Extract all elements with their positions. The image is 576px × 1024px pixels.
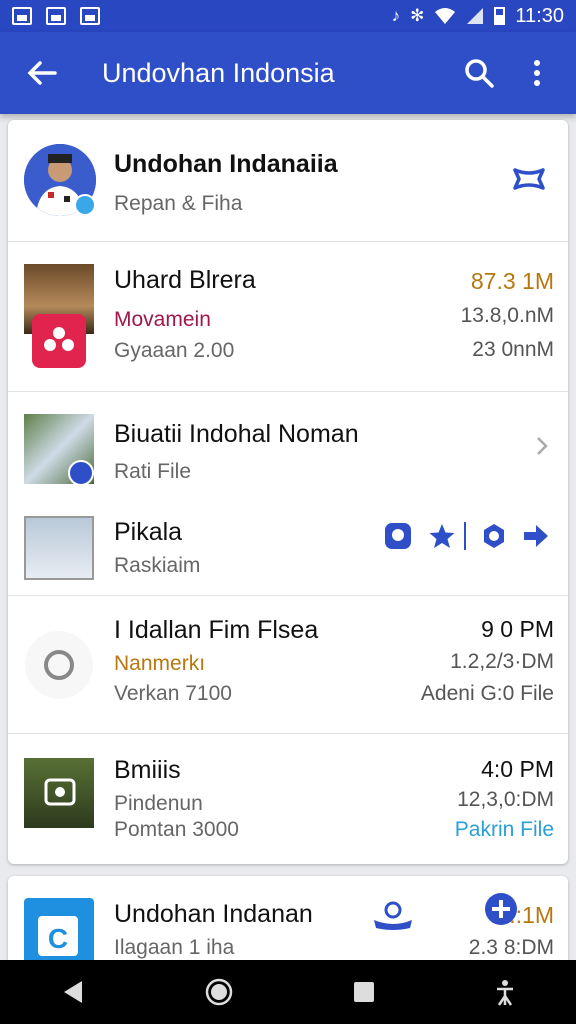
thumbnail-image	[24, 758, 94, 828]
list-item[interactable]: Undohan Indanaiia Repan & Fiha	[8, 120, 568, 242]
item-link[interactable]: Pakrin File	[455, 818, 554, 842]
ribbon-icon[interactable]	[512, 166, 546, 192]
item-subtitle: Pindenun	[114, 792, 203, 815]
item-title: Undohan Indanaiia	[114, 150, 338, 178]
recents-square-icon[interactable]	[353, 981, 375, 1003]
home-circle-icon[interactable]	[205, 978, 233, 1006]
item-date: 12,3,0:DM	[457, 788, 554, 811]
wifi-icon	[435, 8, 456, 24]
item-date: 1.2,2/3·DM	[450, 650, 554, 673]
list-item[interactable]: Uhard Blrera Movamein Gyaaan 2.00 87.3 1…	[8, 242, 568, 392]
item-title: Bmiiis	[114, 756, 181, 784]
share-icon[interactable]	[522, 524, 550, 548]
system-nav-bar	[0, 960, 576, 1024]
gps-badge-icon	[68, 460, 94, 486]
radio-icon[interactable]	[24, 630, 94, 700]
vibrate-icon: ♪	[391, 6, 401, 25]
camera-icon	[44, 778, 76, 806]
verified-badge-icon	[74, 194, 96, 216]
more-vert-icon	[534, 60, 540, 86]
item-subtitle: Raskiaim	[114, 554, 201, 577]
back-arrow-icon	[27, 61, 57, 85]
item-title: I Idallan Fim Flsea	[114, 616, 319, 644]
item-date: 13.8,0.nM	[460, 304, 554, 327]
list-item[interactable]: Biuatii Indohal Noman Rati File	[8, 392, 568, 490]
back-triangle-icon[interactable]	[60, 979, 86, 1005]
accessibility-icon[interactable]	[494, 978, 516, 1006]
item-detail: Gyaaan 2.00	[114, 339, 235, 362]
star-icon[interactable]	[428, 522, 456, 550]
location-pin-icon[interactable]	[384, 522, 412, 552]
mute-icon: ✻	[410, 6, 425, 25]
search-button[interactable]	[450, 32, 508, 114]
status-bar: ♪ ✻ 11:30	[0, 0, 576, 32]
image-icon	[12, 7, 32, 25]
item-title: Pikala	[114, 518, 183, 546]
action-divider	[464, 522, 466, 550]
item-detail: Verkan 7100	[114, 682, 232, 705]
signal-icon	[467, 8, 484, 24]
item-title: Biuatii Indohal Noman	[114, 420, 359, 448]
list-item[interactable]: Pikala Raskiaim	[8, 490, 568, 596]
item-time: 9 0 PM	[481, 616, 554, 642]
back-button[interactable]	[0, 32, 84, 114]
svg-text:C: C	[48, 923, 68, 954]
item-subtitle: Repan & Fiha	[114, 192, 243, 215]
app-bar: Undovhan Indonsia	[0, 32, 576, 114]
app-title: Undovhan Indonsia	[102, 57, 335, 88]
flower-app-icon	[32, 314, 86, 368]
list-item[interactable]: I Idallan Fim Flsea Nanmerkı Verkan 7100…	[8, 596, 568, 734]
item-title: Undohan Indanan	[114, 900, 313, 928]
item-info: 23 0nnM	[472, 338, 554, 361]
settings-icon[interactable]	[480, 522, 508, 550]
item-date: 2.3 8:DM	[468, 936, 554, 959]
thumbnail-image	[24, 516, 94, 580]
list-item[interactable]: Bmiiis Pindenun Pomtan 3000 4:0 PM 12,3,…	[8, 734, 568, 864]
hand-ribbon-icon[interactable]	[370, 898, 416, 932]
file-c-icon: C	[24, 898, 94, 968]
item-subtitle: Nanmerkı	[114, 652, 206, 675]
calendar-icon	[80, 7, 100, 25]
search-icon	[465, 59, 494, 88]
item-subtitle: Movamein	[114, 308, 211, 331]
item-info: Adeni G:0 File	[420, 682, 554, 705]
add-circle-icon[interactable]	[484, 892, 518, 926]
battery-icon	[494, 7, 506, 25]
item-size: 87.3 1M	[470, 268, 554, 294]
item-title: Uhard Blrera	[114, 266, 256, 294]
item-subtitle: Rati File	[114, 460, 192, 483]
chevron-right-icon[interactable]	[536, 436, 548, 456]
gallery-icon	[46, 7, 66, 25]
clock: 11:30	[515, 4, 564, 27]
item-time: 4:0 PM	[481, 756, 554, 782]
file-list-card: Undohan Indanaiia Repan & Fiha Uhard Blr…	[8, 120, 568, 864]
item-detail: Pomtan 3000	[114, 818, 239, 841]
more-options-button[interactable]	[508, 32, 566, 114]
item-subtitle: Ilagaan 1 iha	[114, 936, 235, 959]
